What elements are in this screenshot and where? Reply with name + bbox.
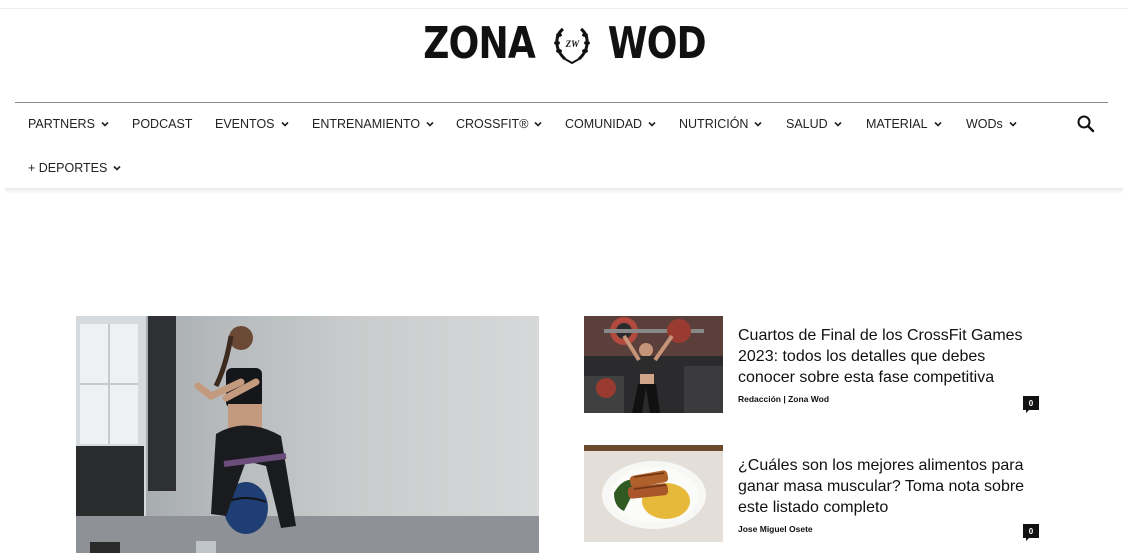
chevron-down-icon xyxy=(934,121,942,127)
comment-count-badge[interactable]: 0 xyxy=(1023,524,1039,541)
nav-item-label: NUTRICIÓN xyxy=(679,117,749,131)
article-title[interactable]: Cuartos de Final de los CrossFit Games 2… xyxy=(738,325,1038,388)
woman-squat-illustration xyxy=(76,316,539,553)
nav-item-label: WODs xyxy=(966,117,1003,131)
article-thumbnail[interactable] xyxy=(584,445,723,542)
featured-article-image[interactable] xyxy=(76,316,539,553)
nav-item-entrenamiento[interactable]: ENTRENAMIENTO xyxy=(312,117,434,131)
comment-count: 0 xyxy=(1028,526,1034,536)
search-icon[interactable] xyxy=(1076,114,1096,134)
nav-item-deportes[interactable]: + DEPORTES xyxy=(28,161,121,175)
chevron-down-icon xyxy=(1009,121,1017,127)
nav-item-material[interactable]: MATERIAL xyxy=(866,117,942,131)
site-logo[interactable]: ZONA ZW WOD xyxy=(0,18,1128,70)
logo-emblem-text: ZW xyxy=(565,39,580,49)
nav-item-label: SALUD xyxy=(786,117,828,131)
nav-item-partners[interactable]: PARTNERS xyxy=(28,117,109,131)
main-nav: PARTNERS PODCAST EVENTOS ENTRENAMIENTO C… xyxy=(28,117,1108,137)
logo-text-right: WOD xyxy=(608,18,707,69)
nav-item-wods[interactable]: WODs xyxy=(966,117,1017,131)
nav-item-nutricion[interactable]: NUTRICIÓN xyxy=(679,117,763,131)
chevron-down-icon xyxy=(280,121,289,127)
chevron-down-icon xyxy=(834,121,842,127)
nav-item-label: MATERIAL xyxy=(866,117,928,131)
article-card[interactable]: Cuartos de Final de los CrossFit Games 2… xyxy=(738,325,1038,404)
article-author[interactable]: Redacción | Zona Wod xyxy=(738,394,1038,404)
article-author[interactable]: Jose Miguel Osete xyxy=(738,524,1038,534)
laurel-emblem-icon: ZW xyxy=(549,21,595,67)
nav-item-label: EVENTOS xyxy=(215,117,275,131)
nav-item-comunidad[interactable]: COMUNIDAD xyxy=(565,117,656,131)
nav-item-label: CROSSFIT® xyxy=(456,117,529,131)
top-divider xyxy=(0,8,1128,9)
nav-item-label: + DEPORTES xyxy=(28,161,108,175)
nav-item-podcast[interactable]: PODCAST xyxy=(132,117,192,131)
nav-item-label: PARTNERS xyxy=(28,117,95,131)
header-shadow xyxy=(5,188,1123,194)
chevron-down-icon xyxy=(113,165,121,171)
crossfit-athlete-photo xyxy=(584,316,723,413)
nav-item-crossfit[interactable]: CROSSFIT® xyxy=(456,117,542,131)
chevron-down-icon xyxy=(648,121,656,127)
nav-item-label: PODCAST xyxy=(132,117,193,131)
nav-item-label: COMUNIDAD xyxy=(565,117,643,131)
nav-item-salud[interactable]: SALUD xyxy=(786,117,842,131)
article-title[interactable]: ¿Cuáles son los mejores alimentos para g… xyxy=(738,455,1038,518)
logo-text-left: ZONA xyxy=(423,18,536,69)
nav-divider xyxy=(15,102,1108,103)
chevron-down-icon xyxy=(426,121,434,127)
comment-count-badge[interactable]: 0 xyxy=(1023,396,1039,413)
nav-item-label: ENTRENAMIENTO xyxy=(312,117,421,131)
food-plate-photo xyxy=(584,445,723,542)
article-card[interactable]: ¿Cuáles son los mejores alimentos para g… xyxy=(738,455,1038,534)
chevron-down-icon xyxy=(101,121,109,127)
chevron-down-icon xyxy=(534,121,542,127)
nav-item-eventos[interactable]: EVENTOS xyxy=(215,117,289,131)
comment-count: 0 xyxy=(1028,398,1034,408)
chevron-down-icon xyxy=(754,121,763,127)
article-thumbnail[interactable] xyxy=(584,316,723,413)
